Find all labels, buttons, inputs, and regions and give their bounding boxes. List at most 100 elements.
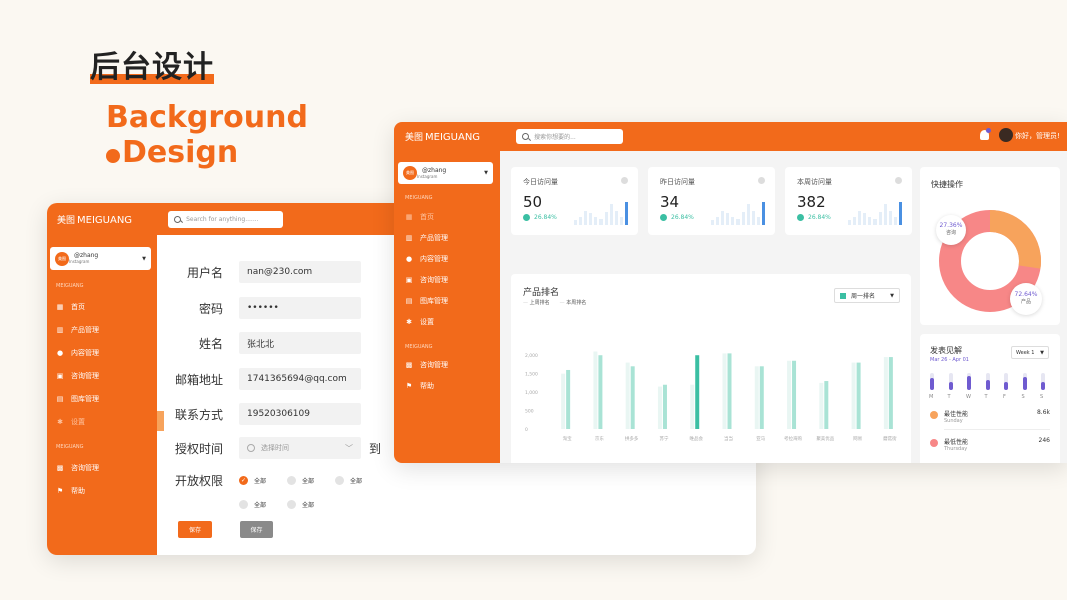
sidebar-item[interactable]: ● 内容管理 — [56, 348, 99, 358]
chart-bar[interactable] — [561, 373, 566, 429]
admin-avatar[interactable] — [999, 128, 1013, 142]
field-input[interactable]: •••••• — [239, 296, 361, 319]
permission-radio[interactable]: 全部 — [287, 476, 314, 485]
sidebar-item[interactable]: ✱ 设置 — [56, 417, 85, 427]
search-input[interactable]: Search for anything....... — [168, 210, 284, 228]
chart-bar[interactable] — [824, 381, 829, 429]
opinion-name: 最低性能 — [944, 439, 969, 446]
sidebar-item[interactable]: ● 内容管理 — [405, 254, 448, 264]
chart-bar[interactable] — [883, 357, 888, 429]
chart-bar[interactable] — [819, 382, 824, 429]
chart-bar[interactable] — [856, 362, 861, 429]
permission-radio[interactable]: ✓ 全部 — [239, 476, 266, 485]
field-label: 密码 — [198, 301, 223, 316]
week-day-label: S — [1040, 394, 1044, 400]
info-icon[interactable] — [895, 177, 902, 184]
search-input[interactable]: 搜索你想要的... — [516, 129, 624, 144]
chart-bar[interactable] — [787, 360, 792, 429]
sidebar-item[interactable]: ▦ 首页 — [405, 212, 434, 222]
notification-icon[interactable] — [980, 128, 991, 140]
mini-bar — [716, 217, 720, 225]
field-input[interactable]: 1741365694@qq.com — [239, 367, 361, 390]
bar-chart-icon: ▥ — [56, 326, 64, 334]
sidebar-item[interactable]: ▩ 咨询管理 — [405, 360, 448, 370]
user-switcher[interactable]: 美图 @zhang Instagram ▼ — [398, 162, 493, 184]
x-tick-label: 当当 — [724, 435, 733, 442]
sidebar-item[interactable]: ▥ 产品管理 — [56, 325, 99, 335]
bar-chart-icon: ▥ — [405, 234, 413, 242]
field-input[interactable]: 张北北 — [239, 332, 361, 354]
chart-bar[interactable] — [759, 366, 764, 429]
info-icon[interactable] — [621, 177, 628, 184]
week-select[interactable]: Week 1 ▼ — [1011, 346, 1049, 359]
chat-icon: ● — [405, 255, 413, 263]
sidebar-item-label: 帮助 — [71, 487, 85, 495]
permission-option-label: 全部 — [254, 478, 267, 485]
chart-bar[interactable] — [727, 353, 732, 429]
field-label: 联系方式 — [174, 408, 223, 422]
flag-icon: ⚑ — [405, 382, 413, 390]
sidebar-item[interactable]: ⚑ 帮助 — [405, 381, 434, 391]
x-tick-label: 淘宝 — [563, 435, 572, 442]
mini-bar — [863, 213, 867, 225]
sidebar-item-label: 咨询管理 — [420, 276, 448, 284]
chart-bar[interactable] — [722, 353, 727, 429]
mini-bar — [883, 204, 887, 225]
trend-up-icon — [660, 214, 667, 221]
sidebar-item[interactable]: ▩ 咨询管理 — [56, 463, 99, 473]
sidebar-item[interactable]: ▤ 图库管理 — [405, 296, 448, 306]
sidebar-item-label: 内容管理 — [71, 349, 99, 357]
donut-slice-label: 产品 — [1020, 299, 1031, 305]
save-button-secondary[interactable]: 保存 — [240, 521, 273, 538]
avatar: 美图 — [403, 166, 417, 180]
brand-logo: 美图 MEIGUANG — [405, 132, 481, 143]
sidebar-item-label: 产品管理 — [71, 326, 99, 334]
user-switcher[interactable]: 美图 @zhang Instagram ▼ — [50, 247, 151, 270]
chart-bar[interactable] — [566, 369, 571, 429]
save-button[interactable]: 保存 — [178, 521, 212, 538]
mini-bar — [589, 213, 593, 225]
field-input[interactable]: nan@230.com — [239, 261, 361, 283]
chart-bar[interactable] — [695, 355, 700, 429]
quick-ops-card: 快捷操作 27.36% 咨询 72.64% 产品 — [920, 167, 1060, 325]
mini-bar — [594, 217, 598, 225]
status-dot-icon — [930, 439, 938, 447]
permission-radio[interactable]: 全部 — [335, 476, 362, 485]
sidebar-item-label: 帮助 — [420, 382, 434, 390]
permission-radio[interactable]: 全部 — [287, 500, 314, 509]
auth-time-picker[interactable]: 选择时间 ﹀ — [239, 437, 361, 459]
mini-bar — [736, 218, 740, 225]
sidebar-item[interactable]: ▥ 产品管理 — [405, 233, 448, 243]
sidebar-item[interactable]: ▣ 咨询管理 — [405, 275, 448, 285]
to-label: 到 — [369, 442, 382, 456]
chart-bar[interactable] — [888, 357, 893, 429]
chart-bar[interactable] — [754, 366, 759, 429]
donut-slice-label: 咨询 — [945, 230, 956, 236]
field-input[interactable]: 19520306109 — [239, 403, 361, 425]
sidebar-item[interactable]: ▤ 图库管理 — [56, 394, 99, 404]
sidebar-item[interactable]: ▦ 首页 — [56, 302, 85, 312]
field-label: 姓名 — [198, 337, 223, 351]
dashboard-topbar: 美图 MEIGUANG 搜索你想要的... 你好，管理员! — [394, 122, 1067, 151]
mini-bar — [619, 217, 623, 225]
chart-bar[interactable] — [851, 362, 856, 429]
sidebar-item[interactable]: ▣ 咨询管理 — [56, 371, 99, 381]
permission-radio[interactable]: 全部 — [239, 500, 266, 509]
hero-title-en-line2: Design — [106, 135, 308, 170]
week-select-value: Week 1 — [1016, 349, 1035, 356]
chart-bar[interactable] — [657, 386, 662, 429]
chart-bar[interactable] — [625, 362, 630, 429]
chart-bar[interactable] — [662, 384, 667, 429]
sidebar-item[interactable]: ⚑ 帮助 — [56, 486, 85, 496]
info-icon[interactable] — [758, 177, 765, 184]
chart-bar[interactable] — [598, 355, 603, 429]
flag-icon: ⚑ — [56, 487, 64, 495]
chart-bar[interactable] — [792, 360, 797, 429]
chart-bar[interactable] — [690, 384, 695, 429]
chart-bar[interactable] — [593, 351, 598, 429]
chart-bar[interactable] — [630, 366, 635, 429]
donut-label-consult: 27.36% 咨询 — [936, 215, 966, 245]
mini-bar-chart — [711, 199, 766, 225]
bullet-dot-icon — [106, 149, 120, 163]
sidebar-item[interactable]: ✱ 设置 — [405, 317, 434, 327]
